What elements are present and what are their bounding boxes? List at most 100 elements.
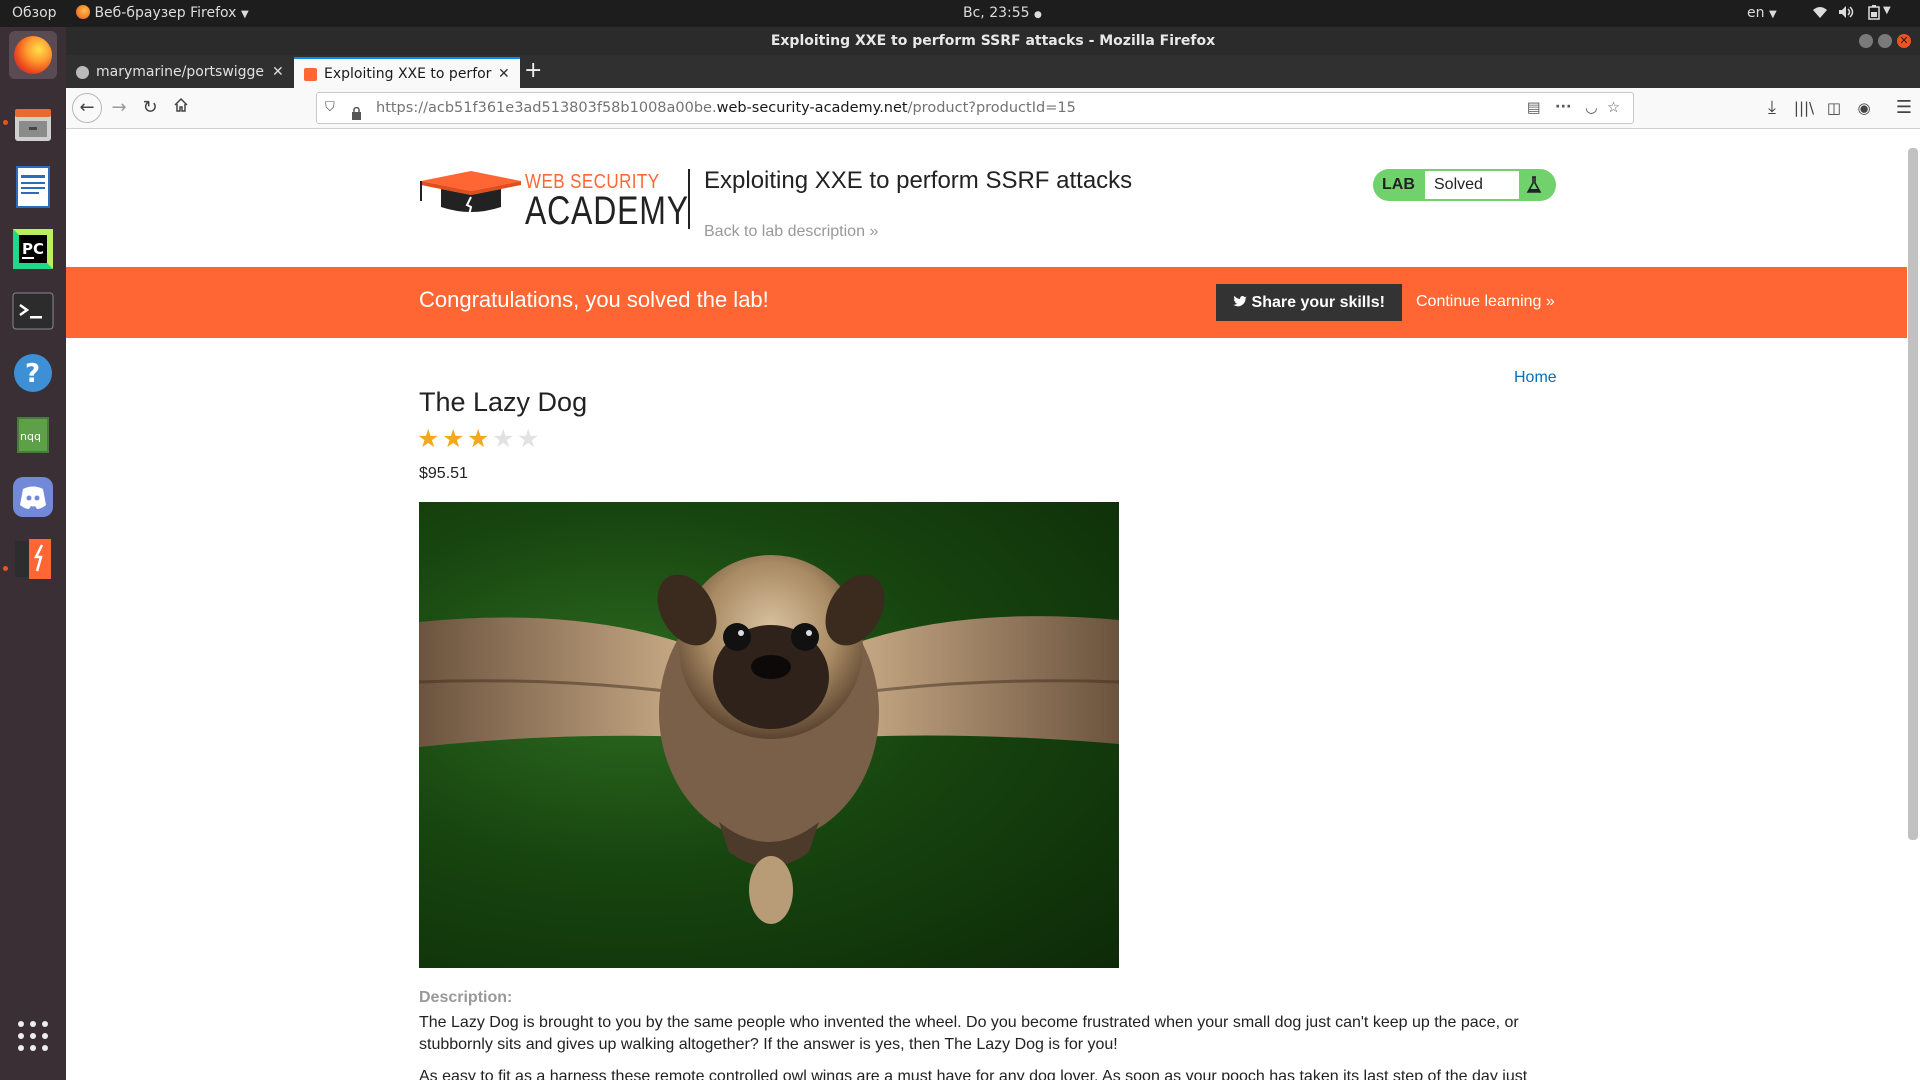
back-button[interactable]: ← bbox=[72, 93, 102, 123]
language-indicator[interactable]: en ▼ bbox=[1747, 5, 1777, 21]
navigation-toolbar: ← → ↻ ⛉ https://acb51f361e3ad513803f58b1… bbox=[66, 88, 1920, 129]
dock-firefox[interactable] bbox=[9, 31, 57, 79]
language-text: en bbox=[1747, 5, 1765, 21]
dock: PC ? nqq bbox=[0, 27, 66, 1080]
lab-status-widget: LAB Solved bbox=[1373, 169, 1556, 201]
product-price: $95.51 bbox=[419, 465, 468, 482]
share-skills-label: Share your skills! bbox=[1251, 294, 1385, 311]
maximize-button[interactable] bbox=[1878, 34, 1892, 48]
flask-icon bbox=[1525, 176, 1543, 199]
dock-files[interactable] bbox=[9, 101, 57, 149]
library-icon[interactable]: |||\ bbox=[1792, 96, 1816, 120]
product-title: The Lazy Dog bbox=[419, 387, 588, 417]
double-chevron-right-icon: » bbox=[1545, 293, 1555, 310]
header-divider bbox=[688, 169, 690, 229]
svg-text:nqq: nqq bbox=[20, 430, 41, 443]
menu-icon[interactable]: ☰ bbox=[1892, 96, 1916, 120]
close-tab-icon[interactable]: ✕ bbox=[272, 57, 284, 88]
dock-discord[interactable] bbox=[9, 473, 57, 521]
lab-title: Exploiting XXE to perform SSRF attacks bbox=[704, 167, 1133, 194]
battery-icon[interactable] bbox=[1868, 5, 1880, 24]
tab-bar: marymarine/portswigge ✕ Exploiting XXE t… bbox=[66, 55, 1920, 90]
burpsuite-icon bbox=[15, 539, 51, 579]
bookmark-star-icon[interactable]: ☆ bbox=[1607, 93, 1620, 123]
clock[interactable]: Вс, 23:55 ● bbox=[963, 5, 1042, 21]
chevron-down-icon: ▼ bbox=[1768, 9, 1777, 20]
url-text[interactable]: https://acb51f361e3ad513803f58b1008a00be… bbox=[376, 93, 1076, 123]
dock-show-apps[interactable] bbox=[9, 1012, 57, 1060]
help-icon: ? bbox=[14, 354, 52, 392]
continue-learning-link[interactable]: Continue learning » bbox=[1416, 293, 1555, 311]
window-title-bar: Exploiting XXE to perform SSRF attacks -… bbox=[66, 27, 1920, 55]
reader-mode-icon[interactable]: ▤ bbox=[1527, 93, 1541, 123]
page-scrollbar[interactable] bbox=[1908, 148, 1918, 840]
discord-icon bbox=[13, 477, 53, 517]
star-filled-icon: ★ bbox=[417, 425, 440, 453]
sidebar-icon[interactable]: ◫ bbox=[1822, 96, 1846, 120]
back-link-text: Back to lab description bbox=[704, 223, 865, 240]
close-tab-icon[interactable]: ✕ bbox=[498, 59, 510, 90]
forward-button[interactable]: → bbox=[107, 96, 131, 120]
home-button[interactable] bbox=[169, 96, 193, 120]
pocket-icon[interactable]: ◡ bbox=[1585, 93, 1598, 123]
running-indicator bbox=[3, 120, 8, 125]
double-chevron-right-icon: » bbox=[869, 223, 879, 240]
notification-dot-icon: ● bbox=[1034, 10, 1042, 20]
new-tab-button[interactable]: + bbox=[524, 56, 542, 86]
dock-help[interactable]: ? bbox=[9, 349, 57, 397]
minimize-button[interactable] bbox=[1859, 34, 1873, 48]
downloads-icon[interactable]: ⤓ bbox=[1760, 96, 1784, 120]
app-menu[interactable]: Веб-браузер Firefox ▼ bbox=[76, 5, 249, 21]
web-page: WEB SECURITY ACADEMY Exploiting XXE to p… bbox=[66, 129, 1907, 1080]
congratulations-message: Congratulations, you solved the lab! bbox=[419, 287, 769, 312]
app-menu-label: Веб-браузер Firefox bbox=[94, 5, 237, 21]
chevron-down-icon: ▼ bbox=[240, 9, 249, 20]
graduation-cap-icon bbox=[420, 171, 521, 216]
page-actions-icon[interactable]: ··· bbox=[1555, 92, 1572, 122]
dock-writer[interactable] bbox=[9, 163, 57, 211]
home-link[interactable]: Home bbox=[1514, 369, 1557, 387]
description-paragraph-1: The Lazy Dog is brought to you by the sa… bbox=[419, 1014, 1519, 1053]
activities-button[interactable]: Обзор bbox=[12, 5, 57, 21]
svg-text:PC: PC bbox=[22, 240, 44, 258]
system-top-bar: Обзор Веб-браузер Firefox ▼ Вс, 23:55 ● … bbox=[0, 0, 1920, 27]
star-empty-icon: ★ bbox=[492, 425, 515, 453]
window-title: Exploiting XXE to perform SSRF attacks -… bbox=[770, 33, 1216, 49]
account-icon[interactable]: ◉ bbox=[1852, 96, 1876, 120]
url-prefix: https://acb51f361e3ad513803f58b1008a00be… bbox=[376, 100, 717, 116]
description-label: Description: bbox=[419, 989, 513, 1006]
app-grid-icon bbox=[18, 1021, 48, 1051]
system-menu-chevron-icon[interactable]: ▼ bbox=[1883, 5, 1891, 16]
pycharm-icon: PC bbox=[13, 229, 53, 269]
dock-pycharm[interactable]: PC bbox=[9, 225, 57, 273]
tab-github[interactable]: marymarine/portswigge ✕ bbox=[72, 57, 292, 88]
home-icon bbox=[174, 97, 188, 112]
continue-learning-text: Continue learning bbox=[1416, 293, 1542, 310]
clock-text: Вс, 23:55 bbox=[963, 5, 1030, 21]
product-image bbox=[419, 502, 1119, 968]
volume-icon[interactable] bbox=[1838, 5, 1854, 23]
star-empty-icon: ★ bbox=[517, 425, 540, 453]
back-to-description-link[interactable]: Back to lab description » bbox=[704, 223, 878, 241]
url-domain: web-security-academy.net bbox=[716, 100, 908, 116]
share-skills-button[interactable]: Share your skills! bbox=[1216, 284, 1402, 321]
shield-icon[interactable]: ⛉ bbox=[325, 93, 335, 123]
firefox-icon bbox=[14, 36, 52, 74]
close-window-button[interactable]: ✕ bbox=[1897, 34, 1911, 48]
star-filled-icon: ★ bbox=[442, 425, 465, 453]
lab-status-text: Solved bbox=[1425, 171, 1519, 199]
lock-icon[interactable] bbox=[351, 101, 362, 120]
dock-terminal[interactable] bbox=[9, 287, 57, 335]
notepadqq-icon: nqq bbox=[17, 417, 49, 453]
reload-button[interactable]: ↻ bbox=[138, 96, 162, 120]
github-icon bbox=[76, 66, 89, 79]
tab-active-lab[interactable]: Exploiting XXE to perfor ✕ bbox=[294, 57, 520, 90]
portswigger-icon bbox=[304, 68, 317, 81]
congratulations-banner: Congratulations, you solved the lab! Sha… bbox=[66, 267, 1907, 338]
wifi-icon[interactable] bbox=[1812, 5, 1828, 23]
dock-burpsuite[interactable] bbox=[9, 535, 57, 583]
url-bar[interactable]: ⛉ https://acb51f361e3ad513803f58b1008a00… bbox=[316, 92, 1634, 124]
dock-nqq[interactable]: nqq bbox=[9, 411, 57, 459]
academy-logo[interactable]: WEB SECURITY ACADEMY bbox=[419, 167, 692, 233]
tab-label: marymarine/portswigge bbox=[96, 64, 265, 80]
